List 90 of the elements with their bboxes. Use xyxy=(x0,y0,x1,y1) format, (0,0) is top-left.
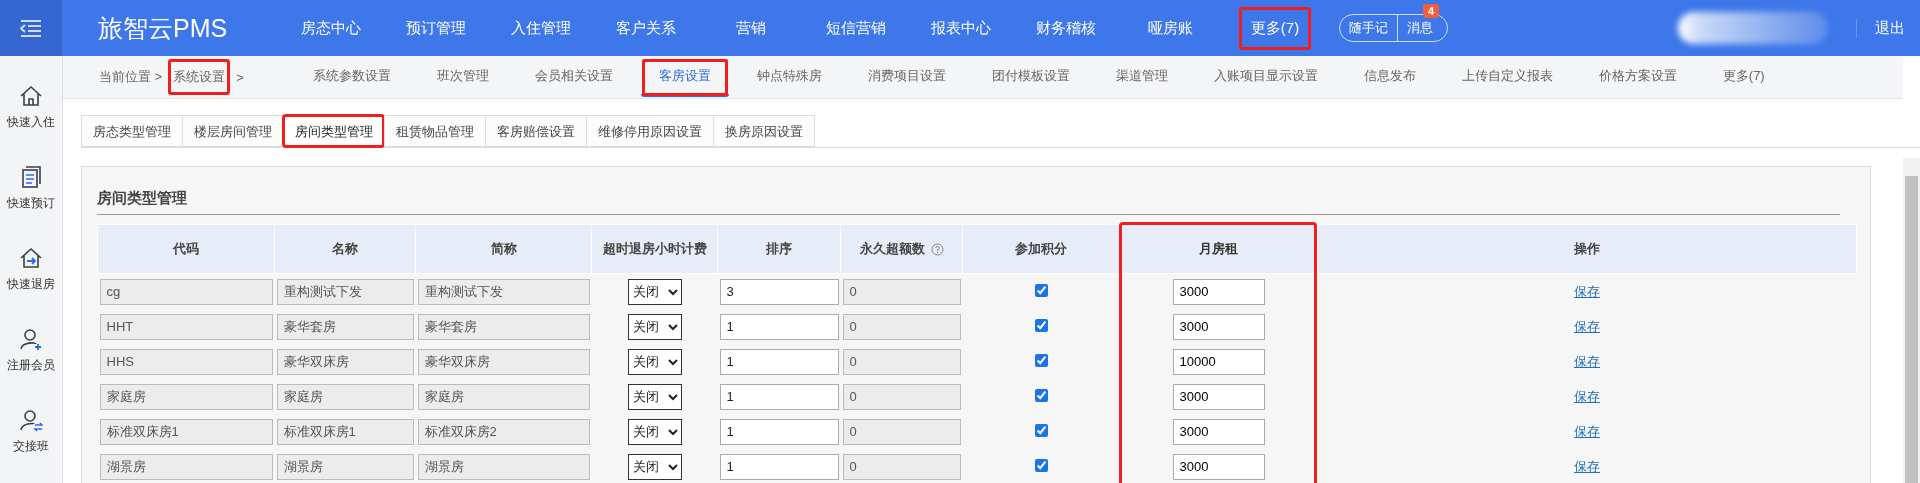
billing-dropdown[interactable]: 关闭 xyxy=(627,383,682,410)
settings-tab[interactable]: 会员相关设置 xyxy=(511,57,636,97)
app-logo: 旅智云PMS xyxy=(98,12,229,44)
settings-tab[interactable]: 价格方案设置 xyxy=(1575,57,1700,97)
settings-tab[interactable]: 班次管理 xyxy=(413,57,512,97)
settings-tab[interactable]: 渠道管理 xyxy=(1092,57,1191,97)
breadcrumb-current[interactable]: 系统设置 xyxy=(168,59,231,95)
points-checkbox[interactable] xyxy=(1034,388,1048,402)
tab[interactable]: 客房赔偿设置 xyxy=(485,115,586,147)
settings-tab[interactable]: 团付模板设置 xyxy=(968,57,1093,97)
column-header: 永久超额数 xyxy=(840,224,963,274)
column-header: 操作 xyxy=(1317,224,1857,274)
sort-field[interactable]: 1 xyxy=(719,348,839,375)
logout-link[interactable]: 退出 xyxy=(1856,18,1905,38)
menu-collapse-icon xyxy=(20,19,42,37)
column-header: 名称 xyxy=(274,224,416,274)
document-icon[interactable] xyxy=(19,165,43,189)
tab[interactable]: 楼层房间管理 xyxy=(182,115,283,147)
settings-tab[interactable]: 钟点特殊房 xyxy=(733,57,845,97)
nav-item[interactable]: 预订管理 xyxy=(383,6,488,50)
tab[interactable]: 房态类型管理 xyxy=(81,115,182,147)
nav-item[interactable]: 客户关系 xyxy=(593,6,698,50)
points-checkbox[interactable] xyxy=(1034,283,1048,297)
save-link[interactable]: 保存 xyxy=(1574,353,1600,369)
points-checkbox[interactable] xyxy=(1034,458,1048,472)
nav-item[interactable]: 报表中心 xyxy=(908,6,1013,50)
settings-tab[interactable]: 系统参数设置 xyxy=(289,57,414,97)
settings-tab[interactable]: 消费项目设置 xyxy=(844,57,969,97)
sidebar-item[interactable]: 快速预订 xyxy=(7,195,55,212)
nav-item[interactable]: 短信营销 xyxy=(803,6,908,50)
tab[interactable]: 换房原因设置 xyxy=(713,115,815,147)
house-arrow-icon[interactable] xyxy=(19,246,43,270)
monthly-rent-field[interactable]: 3000 xyxy=(1172,313,1265,340)
menu-toggle-button[interactable] xyxy=(0,0,62,56)
monthly-rent-field[interactable]: 10000 xyxy=(1172,348,1265,375)
save-link[interactable]: 保存 xyxy=(1574,423,1600,439)
save-link[interactable]: 保存 xyxy=(1574,283,1600,299)
sort-field[interactable]: 1 xyxy=(719,313,839,340)
column-header: 排序 xyxy=(717,224,841,274)
billing-dropdown[interactable]: 关闭 xyxy=(627,313,682,340)
user-swap-icon[interactable] xyxy=(19,408,43,432)
sort-field[interactable]: 3 xyxy=(719,278,839,305)
column-header: 代码 xyxy=(97,224,275,274)
billing-dropdown[interactable]: 关闭 xyxy=(627,453,682,480)
sidebar-item[interactable]: 快速入住 xyxy=(7,114,55,131)
breadcrumb-prefix: 当前位置 > xyxy=(99,68,163,86)
sort-field[interactable]: 1 xyxy=(719,418,839,445)
monthly-rent-field[interactable]: 3000 xyxy=(1172,453,1265,480)
nav-item[interactable]: 哑房账 xyxy=(1118,6,1223,50)
settings-tab[interactable]: 上传自定义报表 xyxy=(1438,57,1576,97)
sidebar-item[interactable]: 注册会员 xyxy=(7,357,55,374)
tab[interactable]: 维修停用原因设置 xyxy=(586,115,713,147)
save-link[interactable]: 保存 xyxy=(1574,318,1600,334)
sort-field[interactable]: 1 xyxy=(719,383,839,410)
notification-badge: 4 xyxy=(1422,4,1439,18)
nav-item[interactable]: 财务稽核 xyxy=(1013,6,1118,50)
column-header: 月房租 xyxy=(1119,224,1318,274)
user-add-icon[interactable] xyxy=(19,327,43,351)
nav-item[interactable]: 房态中心 xyxy=(278,6,383,50)
memo-button[interactable]: 随手记 xyxy=(1340,15,1397,41)
billing-dropdown[interactable]: 关闭 xyxy=(627,418,682,445)
monthly-rent-field[interactable]: 3000 xyxy=(1172,278,1265,305)
home-icon[interactable] xyxy=(19,84,43,108)
points-checkbox[interactable] xyxy=(1034,353,1048,367)
nav-item[interactable]: 营销 xyxy=(698,6,803,50)
column-header: 参加积分 xyxy=(962,224,1120,274)
points-checkbox[interactable] xyxy=(1034,318,1048,332)
monthly-rent-field[interactable]: 3000 xyxy=(1172,418,1265,445)
tab[interactable]: 房间类型管理 xyxy=(283,115,384,147)
sidebar-item[interactable]: 快速退房 xyxy=(7,276,55,293)
panel-title: 房间类型管理 xyxy=(97,189,1840,215)
settings-tab[interactable]: 更多(7) xyxy=(1699,57,1788,97)
billing-dropdown[interactable]: 关闭 xyxy=(627,348,682,375)
save-link[interactable]: 保存 xyxy=(1574,388,1600,404)
points-checkbox[interactable] xyxy=(1034,423,1048,437)
nav-item[interactable]: 入住管理 xyxy=(488,6,593,50)
monthly-rent-field[interactable]: 3000 xyxy=(1172,383,1265,410)
save-link[interactable]: 保存 xyxy=(1574,458,1600,474)
billing-dropdown[interactable]: 关闭 xyxy=(627,278,682,305)
column-header: 简称 xyxy=(415,224,592,274)
settings-tab[interactable]: 客房设置 xyxy=(640,57,729,97)
sort-field[interactable]: 1 xyxy=(719,453,839,480)
tab[interactable]: 租赁物品管理 xyxy=(384,115,485,147)
settings-tab[interactable]: 入账项目显示设置 xyxy=(1190,57,1341,97)
sidebar-item[interactable]: 交接班 xyxy=(13,438,49,455)
settings-tab[interactable]: 信息发布 xyxy=(1340,57,1439,97)
scrollbar[interactable] xyxy=(1903,158,1920,483)
nav-item[interactable]: 更多(7) xyxy=(1239,6,1311,50)
column-header: 超时退房小时计费 xyxy=(591,224,718,274)
breadcrumb-separator: > xyxy=(236,69,244,85)
